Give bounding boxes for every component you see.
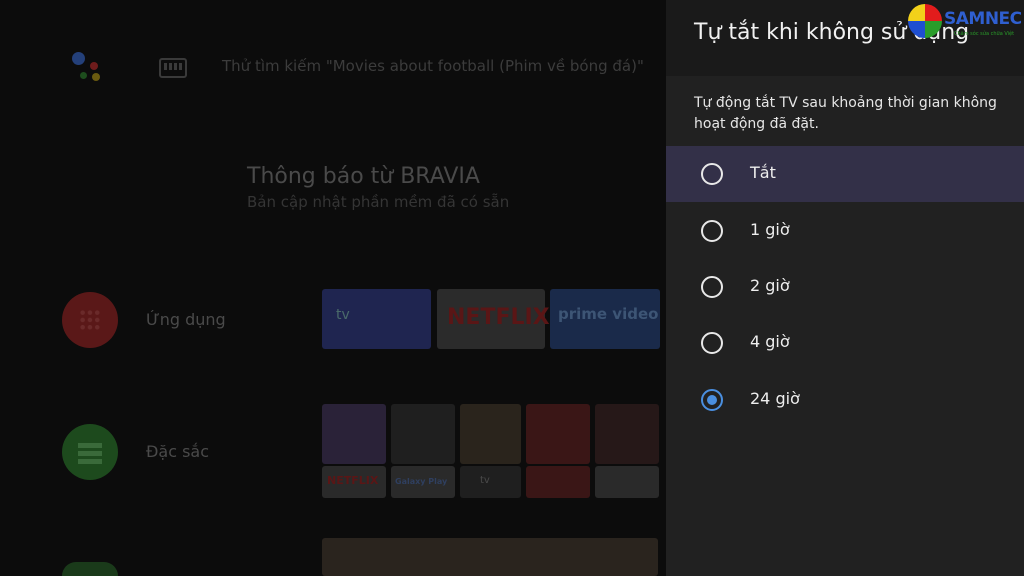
search-hint-text[interactable]: Thử tìm kiếm "Movies about football (Phi…: [222, 57, 644, 75]
radio-unchecked-icon[interactable]: [701, 220, 723, 242]
option-label: 24 giờ: [750, 389, 800, 408]
featured-tile-netflix[interactable]: NETFLIX: [322, 466, 386, 498]
option-off[interactable]: Tắt: [666, 146, 1024, 202]
featured-tile[interactable]: [595, 466, 659, 498]
option-4-hours[interactable]: 4 giờ: [666, 315, 1024, 371]
radio-unchecked-icon[interactable]: [701, 332, 723, 354]
row-label-apps: Ứng dụng: [146, 310, 226, 329]
featured-tile-tv[interactable]: tv: [460, 466, 521, 498]
app-tile-prime-video[interactable]: prime video: [550, 289, 660, 349]
content-tile-row[interactable]: [322, 538, 658, 576]
option-label: 1 giờ: [750, 220, 790, 239]
notification-subtitle: Bản cập nhật phần mềm đã có sẵn: [247, 193, 510, 211]
app-tile-tv[interactable]: tv: [322, 289, 431, 349]
option-1-hour[interactable]: 1 giờ: [666, 203, 1024, 259]
notification-title[interactable]: Thông báo từ BRAVIA: [247, 164, 480, 189]
radio-unchecked-icon[interactable]: [701, 276, 723, 298]
settings-panel: Tự tắt khi không sử dụng Tự động tắt TV …: [666, 0, 1024, 576]
featured-tile[interactable]: [526, 466, 590, 498]
apps-grid-icon[interactable]: [62, 292, 118, 348]
panel-description: Tự động tắt TV sau khoảng thời gian khôn…: [694, 95, 997, 132]
option-2-hours[interactable]: 2 giờ: [666, 259, 1024, 315]
featured-tile[interactable]: [322, 404, 386, 464]
featured-icon[interactable]: [62, 424, 118, 480]
keyboard-icon[interactable]: [159, 58, 187, 78]
app-tile-netflix[interactable]: NETFLIX: [437, 289, 550, 349]
featured-tile-galaxy-play[interactable]: Galaxy Play: [391, 466, 455, 498]
logo-tagline: Chăm sóc sửa chữa Việt: [954, 31, 1015, 37]
featured-tile[interactable]: [526, 404, 590, 464]
row-icon-partial[interactable]: [62, 562, 118, 576]
option-label: Tắt: [750, 163, 776, 182]
logo-ball-icon: [908, 4, 942, 38]
logo-brand-text: SAMNEC: [944, 9, 1022, 29]
option-24-hours[interactable]: 24 giờ: [666, 372, 1024, 428]
radio-unchecked-icon[interactable]: [701, 163, 723, 185]
option-label: 4 giờ: [750, 332, 790, 351]
row-label-featured: Đặc sắc: [146, 442, 210, 461]
featured-tile[interactable]: [595, 404, 659, 464]
option-label: 2 giờ: [750, 276, 790, 295]
featured-tile[interactable]: [391, 404, 455, 464]
samnec-watermark-logo: SAMNEC Chăm sóc sửa chữa Việt: [906, 4, 1022, 40]
radio-checked-icon[interactable]: [701, 389, 723, 411]
featured-tile[interactable]: [460, 404, 521, 464]
google-assistant-icon[interactable]: [70, 52, 110, 84]
